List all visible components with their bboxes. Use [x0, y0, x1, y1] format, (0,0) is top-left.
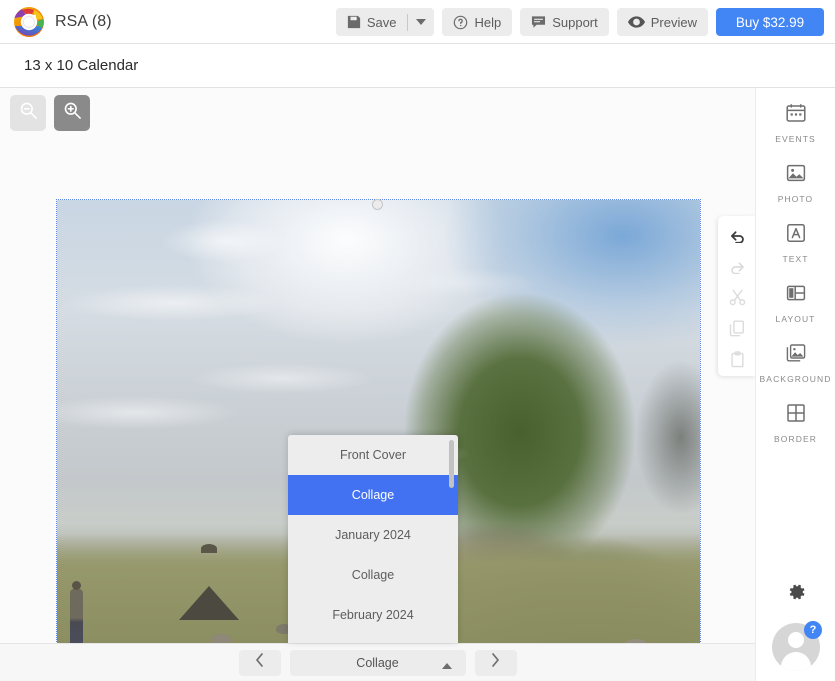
- copy-icon[interactable]: [724, 317, 750, 339]
- undo-arrow-icon[interactable]: [724, 224, 750, 246]
- redo-arrow-icon[interactable]: [724, 255, 750, 277]
- list-item[interactable]: Collage: [288, 475, 458, 515]
- question-circle-icon: [453, 15, 468, 30]
- magnifier-plus-icon: [63, 101, 82, 125]
- magnifier-minus-icon: [19, 101, 38, 125]
- dropdown-scrollbar-thumb[interactable]: [449, 440, 454, 488]
- support-label: Support: [552, 14, 598, 30]
- right-sidebar: EVENTS PHOTO TEXT LAYOUT BACKGROUND BORD…: [755, 88, 835, 681]
- sidebar-item-layout[interactable]: LAYOUT: [756, 282, 835, 324]
- eye-icon: [627, 16, 645, 28]
- sidebar-item-label: BORDER: [774, 434, 817, 444]
- zoom-in-button[interactable]: [54, 95, 90, 131]
- canvas-workspace[interactable]: Collage Front Cover Collage January 2024…: [0, 88, 755, 681]
- sidebar-item-background[interactable]: BACKGROUND: [756, 342, 835, 384]
- support-button[interactable]: Support: [520, 8, 609, 36]
- sub-header: 13 x 10 Calendar: [0, 44, 835, 88]
- gear-icon[interactable]: [784, 580, 808, 609]
- chevron-left-icon: [255, 653, 264, 672]
- page-navigation-bar: Collage: [0, 643, 755, 681]
- sidebar-item-label: EVENTS: [775, 134, 816, 144]
- sidebar-item-label: PHOTO: [777, 194, 814, 204]
- help-button[interactable]: Help: [442, 8, 513, 36]
- rotate-handle-icon[interactable]: [371, 199, 383, 210]
- sidebar-item-border[interactable]: BORDER: [756, 402, 835, 444]
- buy-button[interactable]: Buy $32.99: [716, 8, 824, 36]
- list-item[interactable]: Collage: [288, 555, 458, 595]
- sidebar-item-label: BACKGROUND: [759, 374, 832, 384]
- letter-a-box-icon: [785, 222, 807, 249]
- photo-thatched-hut: [179, 544, 240, 621]
- sidebar-bottom: ?: [756, 580, 835, 671]
- preview-label: Preview: [650, 14, 697, 30]
- zoom-controls: [10, 95, 90, 131]
- page-select-dropdown[interactable]: Collage: [289, 649, 466, 676]
- floppy-disk-icon: [347, 15, 361, 29]
- clipboard-icon[interactable]: [724, 348, 750, 370]
- help-label: Help: [474, 14, 502, 30]
- top-actions: Save Help Support Preview Buy $32.99: [335, 8, 824, 36]
- speech-bubble-icon: [531, 15, 546, 29]
- next-page-button[interactable]: [474, 649, 517, 676]
- list-item[interactable]: Front Cover: [288, 435, 458, 475]
- preview-button[interactable]: Preview: [616, 8, 708, 36]
- save-label: Save: [366, 14, 397, 30]
- image-icon: [785, 162, 807, 189]
- scissors-icon[interactable]: [724, 286, 750, 308]
- page-title: 13 x 10 Calendar: [24, 57, 139, 74]
- save-dropdown-caret[interactable]: [408, 8, 435, 36]
- sidebar-item-label: LAYOUT: [775, 314, 816, 324]
- layout-grid-icon: [785, 282, 807, 309]
- list-item[interactable]: January 2024: [288, 515, 458, 555]
- chevron-up-icon: [441, 659, 452, 673]
- chevron-down-icon: [416, 13, 427, 31]
- save-button-group[interactable]: Save: [335, 8, 435, 36]
- top-bar: RSA (8) Save Help Support Preview Buy $3…: [0, 0, 835, 44]
- rainbow-camera-logo-icon: [12, 5, 46, 39]
- border-grid-icon: [785, 402, 807, 429]
- brand-name: RSA (8): [55, 12, 112, 30]
- avatar[interactable]: ?: [772, 621, 822, 671]
- page-dropdown-list[interactable]: Front Cover Collage January 2024 Collage…: [288, 435, 458, 643]
- page-select-value: Collage: [356, 655, 399, 670]
- previous-page-button[interactable]: [238, 649, 281, 676]
- sidebar-item-text[interactable]: TEXT: [756, 222, 835, 264]
- brand: RSA (8): [0, 5, 112, 39]
- sidebar-item-photo[interactable]: PHOTO: [756, 162, 835, 204]
- stacked-images-icon: [785, 342, 807, 369]
- list-item[interactable]: February 2024: [288, 595, 458, 635]
- save-button[interactable]: Save: [335, 8, 408, 36]
- calendar-icon: [785, 102, 807, 129]
- edit-toolbar: [718, 216, 755, 376]
- chevron-right-icon: [491, 653, 500, 672]
- help-badge[interactable]: ?: [804, 621, 822, 639]
- sidebar-item-events[interactable]: EVENTS: [756, 102, 835, 144]
- zoom-out-button[interactable]: [10, 95, 46, 131]
- sidebar-item-label: TEXT: [782, 254, 809, 264]
